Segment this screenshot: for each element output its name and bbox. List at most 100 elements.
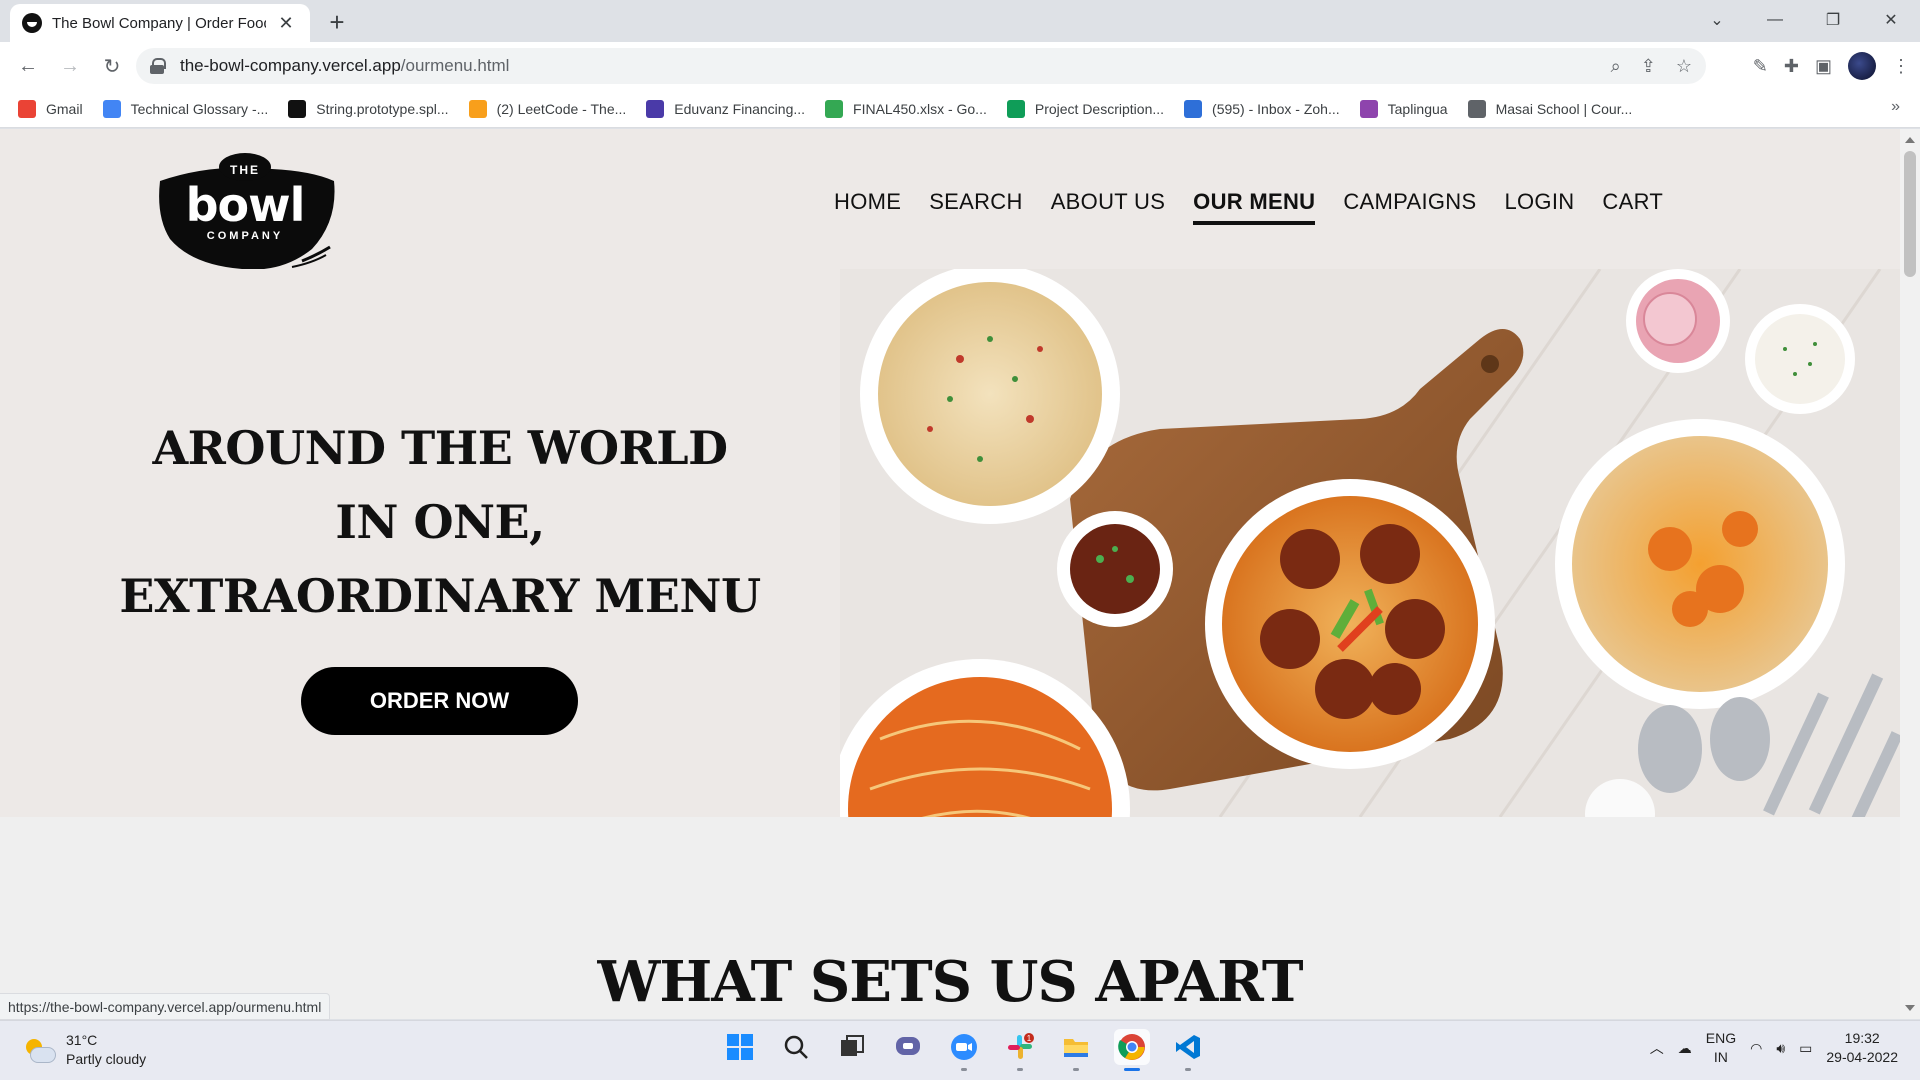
main-nav: HOME SEARCH ABOUT US OUR MENU CAMPAIGNS LOGIN… <box>834 189 1663 225</box>
language-indicator[interactable]: ENG IN <box>1706 1029 1736 1067</box>
bookmark-label: (2) LeetCode - The... <box>496 100 627 117</box>
scroll-thumb[interactable] <box>1904 151 1916 277</box>
bookmark-item[interactable]: Masai School | Cour... <box>1467 99 1633 118</box>
zoom-app-button[interactable] <box>946 1029 982 1071</box>
bookmark-label: (595) - Inbox - Zoh... <box>1212 100 1340 117</box>
start-button[interactable] <box>722 1029 758 1065</box>
slack-icon: 1 <box>1008 1033 1034 1059</box>
drive-icon <box>825 99 844 118</box>
leetcode-icon <box>468 99 487 118</box>
zoom-icon[interactable]: ⌕ <box>1611 56 1621 77</box>
scroll-down-arrow-icon[interactable] <box>1905 1005 1915 1011</box>
reload-button[interactable]: ↻ <box>92 46 132 86</box>
hero-section: THE bowl COMPANY HOME SEARCH ABOUT US OUR M… <box>0 129 1900 817</box>
svg-text:COMPANY: COMPANY <box>207 230 283 242</box>
browser-tab[interactable]: The Bowl Company | Order Food ✕ <box>10 4 310 42</box>
extensions-puzzle-icon[interactable]: ✚ <box>1784 56 1799 77</box>
bookmark-item[interactable]: Eduvanz Financing... <box>646 99 806 118</box>
tab-title: The Bowl Company | Order Food <box>52 14 266 32</box>
new-tab-button[interactable]: + <box>322 8 352 38</box>
bookmark-label: Masai School | Cour... <box>1495 100 1633 117</box>
weather-widget[interactable]: 31°C Partly cloudy <box>24 1031 146 1069</box>
chat-icon <box>896 1037 920 1055</box>
search-button[interactable] <box>778 1029 814 1065</box>
mdn-icon <box>288 99 307 118</box>
bookmark-item[interactable]: (595) - Inbox - Zoh... <box>1184 99 1340 118</box>
status-bar-url: https://the-bowl-company.vercel.app/ourm… <box>0 993 331 1020</box>
search-icon <box>784 1035 808 1059</box>
task-view-button[interactable] <box>834 1029 870 1065</box>
address-bar[interactable]: the-bowl-company.vercel.app/ourmenu.html… <box>136 48 1706 84</box>
nav-campaigns[interactable]: CAMPAIGNS <box>1343 189 1476 225</box>
weather-temperature: 31°C <box>66 1032 98 1048</box>
bookmark-item[interactable]: Project Description... <box>1006 99 1165 118</box>
lock-icon[interactable] <box>150 58 166 74</box>
minimize-button[interactable]: — <box>1746 0 1804 40</box>
zoho-mail-icon <box>1184 99 1203 118</box>
close-window-button[interactable]: ✕ <box>1862 0 1920 40</box>
file-explorer-button[interactable] <box>1058 1029 1094 1071</box>
bookmark-item[interactable]: (2) LeetCode - The... <box>468 99 627 118</box>
share-icon[interactable]: ⇪ <box>1641 56 1656 77</box>
bookmarks-bar: Gmail Technical Glossary -... String.proto… <box>0 90 1920 128</box>
docs-icon <box>102 99 121 118</box>
bookmark-label: String.prototype.spl... <box>316 100 449 117</box>
bookmark-item[interactable]: Gmail <box>18 99 83 118</box>
more-bookmarks-icon[interactable]: » <box>1891 98 1900 116</box>
order-now-button[interactable]: ORDER NOW <box>301 667 578 735</box>
weather-condition: Partly cloudy <box>66 1051 147 1067</box>
nav-cart[interactable]: CART <box>1602 189 1663 225</box>
restore-button[interactable]: ❐ <box>1804 0 1862 40</box>
forward-button[interactable]: → <box>50 46 90 86</box>
bowl-favicon-icon <box>22 13 42 33</box>
battery-icon[interactable]: ▭ <box>1799 1040 1812 1057</box>
task-view-icon <box>841 1035 864 1056</box>
globe-icon <box>1467 99 1486 118</box>
side-panel-icon[interactable]: ▣ <box>1815 56 1832 77</box>
chrome-app-button[interactable] <box>1114 1029 1150 1071</box>
bowl-company-logo[interactable]: THE bowl COMPANY <box>152 151 338 269</box>
svg-text:1: 1 <box>1027 1034 1032 1043</box>
headline-line: IN ONE, <box>335 495 545 549</box>
extension-pen-icon[interactable]: ✎ <box>1753 56 1768 77</box>
profile-avatar[interactable] <box>1848 52 1876 80</box>
food-bowls-image <box>840 269 1900 817</box>
tab-search-icon[interactable]: ⌄ <box>1688 0 1746 40</box>
gmail-icon <box>18 99 36 118</box>
bookmark-label: Project Description... <box>1034 100 1165 117</box>
onedrive-cloud-icon[interactable]: ☁ <box>1678 1040 1692 1057</box>
sheets-icon <box>1006 99 1025 118</box>
headline-line: EXTRAORDINARY MENU <box>119 569 761 623</box>
bookmark-item[interactable]: Technical Glossary -... <box>102 99 268 118</box>
url-text[interactable]: the-bowl-company.vercel.app/ourmenu.html <box>180 56 509 76</box>
bookmark-item[interactable]: FINAL450.xlsx - Go... <box>825 99 987 118</box>
nav-home[interactable]: HOME <box>834 189 901 225</box>
bookmark-label: FINAL450.xlsx - Go... <box>853 100 987 117</box>
wifi-icon[interactable]: ◠ <box>1750 1040 1762 1057</box>
bookmark-item[interactable]: String.prototype.spl... <box>288 99 449 118</box>
chrome-icon <box>1118 1034 1145 1060</box>
windows-logo-icon <box>727 1034 753 1060</box>
browser-toolbar: ← → ↻ the-bowl-company.vercel.app/ourmen… <box>0 42 1920 90</box>
nav-about-us[interactable]: ABOUT US <box>1051 189 1165 225</box>
bookmark-star-icon[interactable]: ☆ <box>1676 56 1692 77</box>
show-hidden-icons-icon[interactable]: ︿ <box>1650 1038 1664 1058</box>
page-scrollbar[interactable] <box>1900 129 1920 1019</box>
bookmark-item[interactable]: Taplingua <box>1359 99 1448 118</box>
svg-text:THE: THE <box>230 163 260 177</box>
nav-our-menu[interactable]: OUR MENU <box>1193 189 1316 225</box>
vscode-app-button[interactable] <box>1170 1029 1206 1071</box>
scroll-up-arrow-icon[interactable] <box>1905 137 1915 143</box>
nav-login[interactable]: LOGIN <box>1504 189 1574 225</box>
slack-app-button[interactable]: 1 <box>1002 1029 1038 1071</box>
nav-search[interactable]: SEARCH <box>929 189 1023 225</box>
close-tab-icon[interactable]: ✕ <box>274 11 298 35</box>
more-menu-icon[interactable]: ⋮ <box>1892 56 1910 77</box>
bookmark-label: Eduvanz Financing... <box>674 100 806 117</box>
volume-icon[interactable]: 🔊︎ <box>1776 1040 1785 1057</box>
system-clock[interactable]: 19:32 29-04-2022 <box>1826 1029 1898 1067</box>
tab-strip: The Bowl Company | Order Food ✕ + ⌄ — ❐ … <box>0 0 1920 42</box>
back-button[interactable]: ← <box>8 46 48 86</box>
bookmark-label: Taplingua <box>1387 100 1448 117</box>
teams-chat-button[interactable] <box>890 1029 926 1065</box>
